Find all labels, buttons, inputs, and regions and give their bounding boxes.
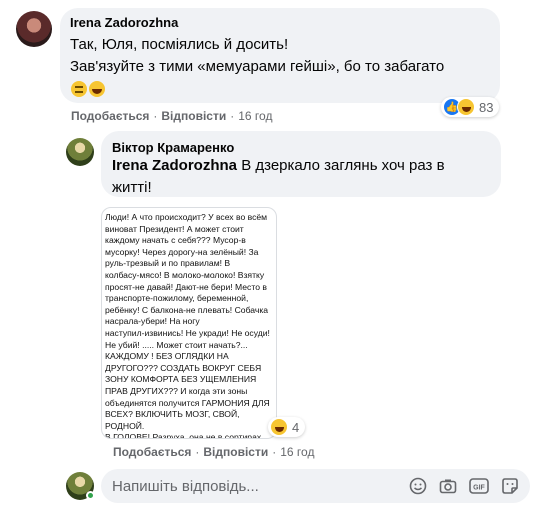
- reply-action-link[interactable]: Відповісти: [161, 109, 226, 123]
- comment-timestamp[interactable]: 16 год: [280, 445, 314, 459]
- gif-icon[interactable]: GIF: [469, 476, 489, 496]
- like-action-link[interactable]: Подобається: [113, 445, 191, 459]
- rolling-laughing-face-icon: [89, 81, 105, 97]
- comment-text-line: Irena Zadorozhna В дзеркало заглянь хоч …: [112, 155, 445, 177]
- haha-reaction-icon: [457, 98, 475, 116]
- comment-emoji-row: [71, 81, 105, 97]
- expressionless-face-icon: [71, 81, 87, 97]
- comment-text: В дзеркало заглянь хоч раз в: [237, 157, 445, 174]
- separator-dot: ·: [272, 445, 277, 459]
- avatar-irena[interactable]: [16, 11, 52, 47]
- reply-box: GIF: [101, 469, 530, 503]
- separator-dot: ·: [153, 109, 158, 123]
- svg-text:GIF: GIF: [473, 485, 485, 492]
- avatar-viktor[interactable]: [66, 138, 94, 166]
- image-attachment[interactable]: Люди! А что происходит? У всех во всём в…: [101, 207, 277, 439]
- reaction-count: 83: [479, 99, 494, 115]
- comment-timestamp[interactable]: 16 год: [238, 109, 272, 123]
- reply-action-link[interactable]: Відповісти: [203, 445, 268, 459]
- online-status-indicator: [86, 491, 95, 500]
- reaction-count: 4: [292, 419, 300, 435]
- sticker-icon[interactable]: [500, 476, 520, 496]
- reaction-summary[interactable]: 👍 83: [441, 97, 500, 117]
- separator-dot: ·: [195, 445, 200, 459]
- separator-dot: ·: [230, 109, 235, 123]
- comment-actions: Подобається · Відповісти · 16 год: [71, 109, 272, 123]
- comment-author[interactable]: Віктор Крамаренко: [112, 140, 234, 155]
- reply-input[interactable]: [112, 476, 392, 496]
- reaction-summary[interactable]: 4: [268, 417, 306, 437]
- comment-actions: Подобається · Відповісти · 16 год: [113, 445, 314, 459]
- comment-text-line: Так, Юля, посміялись й досить!: [70, 36, 289, 53]
- like-action-link[interactable]: Подобається: [71, 109, 149, 123]
- comment-text-line: житті!: [112, 179, 152, 196]
- mention-link[interactable]: Irena Zadorozhna: [112, 157, 237, 174]
- comment-text-line: Зав'язуйте з тими «мемуарами гейші», бо …: [70, 58, 445, 75]
- comment-author[interactable]: Irena Zadorozhna: [70, 15, 178, 30]
- emoji-icon[interactable]: [408, 476, 428, 496]
- haha-reaction-icon: [270, 418, 288, 436]
- camera-icon[interactable]: [438, 476, 458, 496]
- attachment-text: Люди! А что происходит? У всех во всём в…: [105, 212, 270, 439]
